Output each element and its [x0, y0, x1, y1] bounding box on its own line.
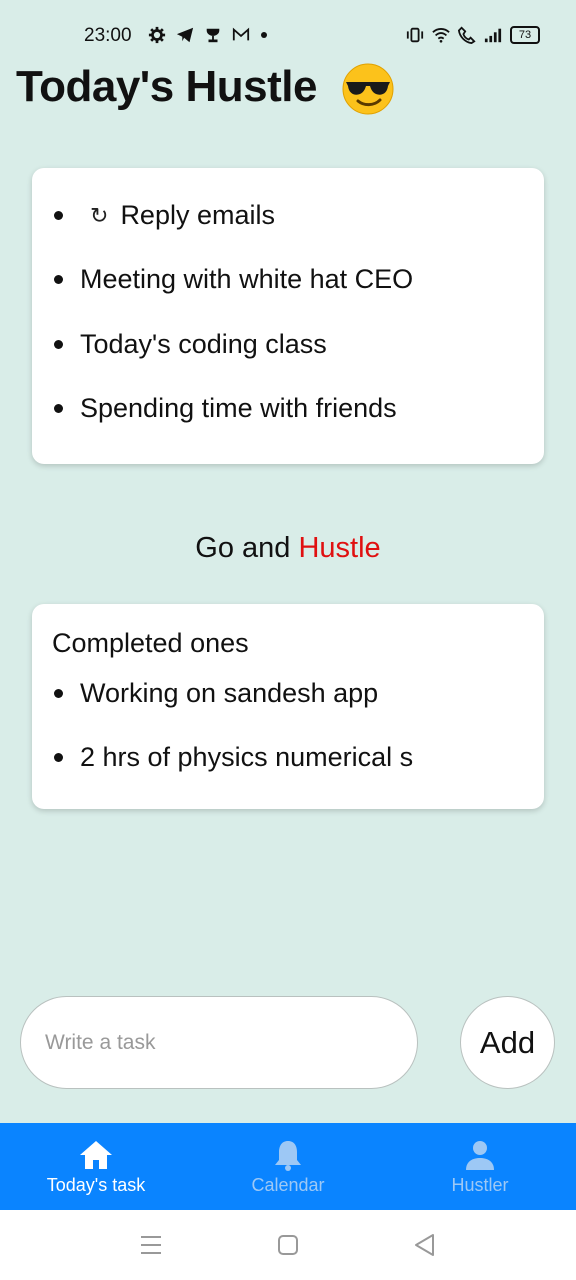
motto-highlight: Hustle: [298, 532, 381, 564]
page-title: Today's Hustle: [16, 62, 395, 116]
gmail-icon: [232, 27, 250, 41]
task-item[interactable]: Spending time with friends: [54, 393, 528, 424]
bullet-icon: [54, 275, 63, 284]
nav-label: Hustler: [451, 1175, 509, 1195]
status-left-icons: [148, 26, 268, 44]
home-square-icon[interactable]: [277, 1234, 299, 1256]
nav-item-hustler[interactable]: Hustler: [384, 1123, 576, 1210]
task-label: 2 hrs of physics numerical s: [80, 742, 414, 772]
task-input[interactable]: [20, 996, 418, 1089]
wifi-icon: [432, 28, 450, 43]
add-button[interactable]: Add: [460, 996, 555, 1089]
completed-heading: Completed ones: [52, 628, 249, 658]
bullet-icon: [54, 753, 63, 762]
settings-icon: [148, 26, 166, 44]
refresh-icon: ↻: [90, 202, 109, 228]
status-right-icons: 73: [406, 26, 540, 44]
menu-icon[interactable]: [140, 1234, 162, 1256]
status-bar: 23:00 73: [0, 0, 576, 70]
bell-icon: [275, 1141, 301, 1171]
home-icon: [80, 1141, 112, 1169]
task-label: Meeting with white hat CEO: [80, 264, 414, 294]
status-time: 23:00: [84, 25, 132, 46]
back-icon[interactable]: [413, 1233, 435, 1257]
call-icon: [458, 26, 476, 44]
nav-item-todays-task[interactable]: Today's task: [0, 1123, 192, 1210]
task-label: Working on sandesh app: [80, 678, 379, 708]
sunglasses-face-emoji-icon: [342, 63, 394, 115]
nav-item-calendar[interactable]: Calendar: [192, 1123, 384, 1210]
signal-icon: [484, 28, 502, 43]
task-item[interactable]: Today's coding class: [54, 329, 528, 360]
bullet-icon: [54, 689, 63, 698]
task-label: Spending time with friends: [80, 393, 397, 423]
telegram-icon: [176, 27, 194, 43]
task-item[interactable]: ↻ Reply emails: [54, 200, 528, 231]
system-nav-bar: [0, 1210, 576, 1280]
bullet-icon: [54, 404, 63, 413]
bottom-nav: Today's task Calendar Hustler: [0, 1123, 576, 1210]
task-item[interactable]: Meeting with white hat CEO: [54, 264, 528, 295]
motto-text: Go and Hustle: [0, 532, 576, 565]
nav-label: Calendar: [251, 1175, 325, 1195]
dot-icon: [261, 32, 267, 38]
task-label: Today's coding class: [80, 329, 327, 359]
person-icon: [466, 1141, 494, 1170]
bullet-icon: [54, 211, 63, 220]
battery-indicator: 73: [510, 26, 540, 44]
completed-task-item[interactable]: Working on sandesh app: [54, 678, 528, 709]
task-label: Reply emails: [120, 200, 275, 230]
page-title-text: Today's Hustle: [16, 62, 317, 111]
vibrate-icon: [406, 27, 424, 43]
nav-label: Today's task: [46, 1175, 146, 1195]
completed-tasks-card: Completed ones Working on sandesh app 2 …: [32, 604, 544, 809]
motto-prefix: Go and: [195, 532, 299, 564]
bullet-icon: [54, 340, 63, 349]
trophy-icon: [206, 28, 220, 43]
completed-task-item[interactable]: 2 hrs of physics numerical s: [54, 742, 528, 773]
pending-tasks-card: ↻ Reply emails Meeting with white hat CE…: [32, 168, 544, 464]
